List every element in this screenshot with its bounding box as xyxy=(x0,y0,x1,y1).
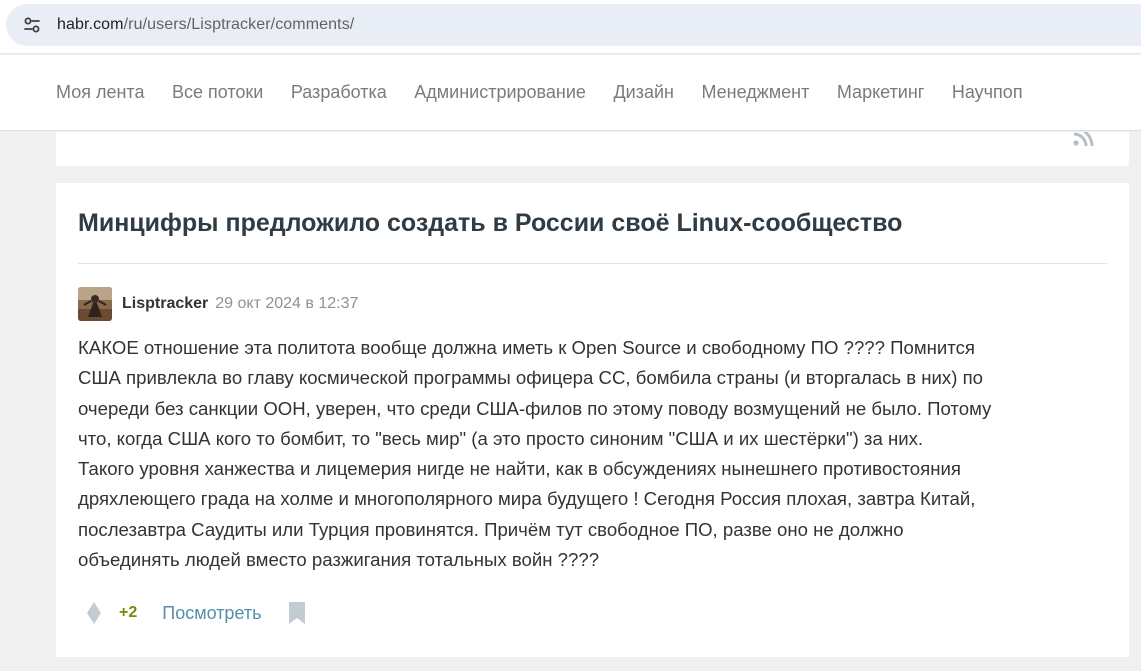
tune-icon[interactable] xyxy=(22,15,42,35)
site-nav: Моя лента Все потоки Разработка Админист… xyxy=(0,55,1141,131)
comment-line: объединять людей вместо разжигания тотал… xyxy=(78,549,600,571)
author-name[interactable]: Lisptracker xyxy=(122,295,208,313)
nav-list: Моя лента Все потоки Разработка Админист… xyxy=(56,82,1050,103)
nav-item-marketing[interactable]: Маркетинг xyxy=(837,82,925,103)
vote-score: +2 xyxy=(119,604,138,621)
nav-item-my-feed[interactable]: Моя лента xyxy=(56,82,144,103)
bookmark-icon[interactable] xyxy=(287,600,307,626)
nav-item-management[interactable]: Менеджмент xyxy=(701,82,809,103)
divider xyxy=(78,263,1107,264)
nav-item-development[interactable]: Разработка xyxy=(291,82,387,103)
nav-item-all-streams[interactable]: Все потоки xyxy=(172,82,263,103)
comment-line: послезавтра Саудиты или Турция провинятс… xyxy=(78,518,904,540)
comment-date[interactable]: 29 окт 2024 в 12:37 xyxy=(215,295,358,313)
browser-toolbar: habr.com/ru/users/Lisptracker/comments/ xyxy=(0,0,1141,54)
comment-footer: +2 Посмотреть xyxy=(84,600,307,626)
comment-line: дряхлеющего града на холме и многополярн… xyxy=(78,488,976,510)
article-title-link[interactable]: Минцифры предложило создать в России сво… xyxy=(78,208,1078,238)
view-comment-link[interactable]: Посмотреть xyxy=(162,603,261,624)
comment-text: КАКОЕ отношение эта политота вообще долж… xyxy=(78,333,1113,575)
comment-card: Минцифры предложило создать в России сво… xyxy=(56,183,1129,657)
nav-item-design[interactable]: Дизайн xyxy=(613,82,674,103)
nav-item-administration[interactable]: Администрирование xyxy=(414,82,586,103)
comment-meta: Lisptracker 29 окт 2024 в 12:37 xyxy=(78,287,358,321)
comment-line: что, когда США кого то бомбит, то "весь … xyxy=(78,427,924,449)
vote-icon[interactable] xyxy=(84,600,104,626)
address-bar[interactable]: habr.com/ru/users/Lisptracker/comments/ xyxy=(6,4,1141,46)
comment-line: КАКОЕ отношение эта политота вообще долж… xyxy=(78,337,975,358)
url-path: /ru/users/Lisptracker/comments/ xyxy=(123,16,355,33)
avatar[interactable] xyxy=(78,287,112,321)
comment-line: очереди без санкции ООН, уверен, что сре… xyxy=(78,397,992,419)
page: habr.com/ru/users/Lisptracker/comments/ … xyxy=(0,0,1141,671)
feed-header-card xyxy=(56,132,1129,166)
comment-line: США привлекла во главу космической прогр… xyxy=(78,367,983,389)
nav-item-popsci[interactable]: Научпоп xyxy=(952,82,1023,103)
comment-line: Такого уровня ханжества и лицемерия нигд… xyxy=(78,458,961,480)
rss-icon[interactable] xyxy=(1072,132,1096,146)
url-host: habr.com xyxy=(57,16,124,33)
url-text[interactable]: habr.com/ru/users/Lisptracker/comments/ xyxy=(57,16,354,34)
